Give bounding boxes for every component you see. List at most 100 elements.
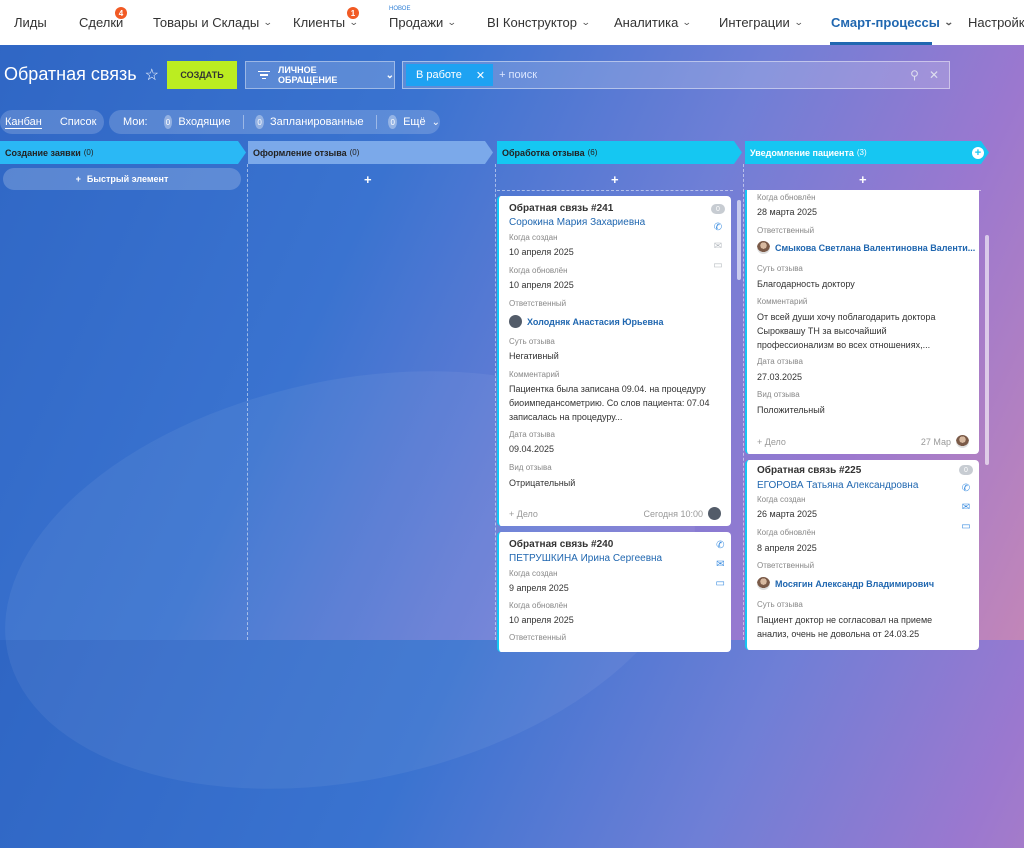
field-value: 8 апреля 2025 bbox=[757, 543, 817, 553]
card-actions: 0 ✆ ✉ ▭ bbox=[711, 204, 725, 271]
responsible-user[interactable]: Мосягин Александр Владимирович bbox=[757, 577, 934, 590]
stage-header-creation[interactable]: Создание заявки (0) bbox=[0, 141, 246, 164]
field-label: Ответственный bbox=[757, 561, 815, 570]
field-label: Комментарий bbox=[509, 370, 560, 379]
add-item-button[interactable]: + bbox=[859, 172, 867, 187]
responsible-user[interactable]: Холодняк Анастасия Юрьевна bbox=[509, 315, 663, 328]
field-label: Когда создан bbox=[509, 233, 558, 242]
stage-header-processing[interactable]: Обработка отзыва (6) bbox=[497, 141, 742, 164]
nav-item-clients[interactable]: Клиенты ⌄ 1 bbox=[293, 7, 359, 30]
field-value: 10 апреля 2025 bbox=[509, 615, 574, 625]
scrollbar[interactable] bbox=[737, 200, 741, 280]
search-icon[interactable]: ⚲ bbox=[910, 68, 919, 82]
card-client-link[interactable]: ПЕТРУШКИНА Ирина Сергеевна bbox=[509, 553, 662, 564]
close-icon[interactable]: ✕ bbox=[476, 69, 485, 82]
phone-icon[interactable]: ✆ bbox=[962, 483, 970, 494]
field-value: 27.03.2025 bbox=[757, 372, 803, 382]
field-value: 28 марта 2025 bbox=[757, 207, 818, 217]
deals-count-badge: 4 bbox=[115, 7, 127, 19]
kanban-card[interactable]: Обратная связь #225 ЕГОРОВА Татьяна Алек… bbox=[745, 460, 979, 650]
counter-more[interactable]: Ещё bbox=[403, 116, 426, 128]
quick-add-button[interactable]: + Быстрый элемент bbox=[3, 168, 241, 190]
nav-item-sales[interactable]: НОВОЕ Продажи ⌄ bbox=[389, 6, 457, 30]
nav-item-deals[interactable]: Сделки 4 bbox=[79, 7, 127, 30]
field-value: профессионализм во всех отношениях,... bbox=[757, 340, 931, 350]
email-icon[interactable]: ✉ bbox=[962, 502, 970, 513]
counters-label: Мои: bbox=[123, 116, 148, 128]
chat-icon[interactable]: ▭ bbox=[716, 578, 725, 589]
counters-bar: Мои: 0 Входящие 0 Запланированные 0 Ещё … bbox=[109, 110, 440, 134]
stage-header-drafting[interactable]: Оформление отзыва (0) bbox=[248, 141, 493, 164]
counter-incoming[interactable]: Входящие bbox=[178, 116, 230, 128]
counter-planned[interactable]: Запланированные bbox=[270, 116, 364, 128]
card-client-link[interactable]: Сорокина Мария Захариевна bbox=[509, 217, 645, 228]
card-title[interactable]: Обратная связь #241 bbox=[509, 203, 613, 214]
clear-icon[interactable]: ✕ bbox=[929, 68, 939, 82]
column-divider bbox=[497, 190, 733, 191]
field-value: биоимпедансометрию. Со слов пациента: 07… bbox=[509, 398, 710, 408]
kanban-card[interactable]: Обратная связь #240 ПЕТРУШКИНА Ирина Сер… bbox=[497, 532, 731, 652]
responsible-user[interactable]: Смыкова Светлана Валентиновна Валенти... bbox=[757, 241, 975, 254]
new-tag: НОВОЕ bbox=[389, 6, 411, 12]
field-value: Пациентка была записана 09.04. на процед… bbox=[509, 384, 706, 394]
kanban-card[interactable]: Когда обновлён 28 марта 2025 Ответственн… bbox=[745, 190, 979, 454]
field-value: Отрицательный bbox=[509, 478, 576, 488]
star-icon[interactable]: ☆ bbox=[145, 65, 159, 85]
nav-item-smart-processes[interactable]: Смарт-процессы ⌄ bbox=[831, 15, 954, 30]
chevron-down-icon: ⌄ bbox=[793, 17, 804, 27]
column-divider bbox=[495, 164, 496, 640]
nav-item-leads[interactable]: Лиды bbox=[14, 15, 47, 30]
view-kanban[interactable]: Канбан bbox=[5, 116, 42, 129]
chat-icon[interactable]: ▭ bbox=[961, 521, 970, 532]
field-label: Комментарий bbox=[757, 297, 808, 306]
nav-item-bi[interactable]: BI Конструктор ⌄ bbox=[487, 15, 591, 30]
nav-item-integrations[interactable]: Интеграции ⌄ bbox=[719, 15, 804, 30]
field-label: Суть отзыва bbox=[509, 337, 555, 346]
filter-icon bbox=[258, 70, 270, 80]
top-navigation: Лиды Сделки 4 Товары и Склады ⌄ Клиенты ⌄ 1 … bbox=[0, 0, 1024, 45]
add-activity-link[interactable]: + Дело bbox=[757, 437, 786, 447]
filter-chip[interactable]: В работе ✕ bbox=[406, 64, 494, 86]
field-value: записалась на процедуру... bbox=[509, 412, 623, 422]
view-list[interactable]: Список bbox=[60, 116, 97, 128]
card-time: 27 Мар bbox=[920, 436, 951, 447]
add-item-button[interactable]: + bbox=[611, 172, 619, 187]
field-value: От всей души хочу поблагодарить доктора bbox=[757, 312, 936, 322]
nav-item-analytics[interactable]: Аналитика ⌄ bbox=[614, 15, 692, 30]
card-actions: ✆ ✉ ▭ bbox=[716, 540, 725, 589]
field-label: Дата отзыва bbox=[509, 430, 555, 439]
phone-icon[interactable]: ✆ bbox=[716, 540, 724, 551]
chevron-down-icon: ⌄ bbox=[263, 17, 273, 27]
chevron-down-icon: ⌄ bbox=[385, 69, 394, 81]
create-button[interactable]: СОЗДАТЬ bbox=[167, 61, 237, 89]
field-label: Вид отзыва bbox=[757, 390, 800, 399]
avatar bbox=[757, 241, 770, 254]
add-activity-link[interactable]: + Дело bbox=[509, 509, 538, 519]
clients-count-badge: 1 bbox=[347, 7, 359, 19]
chevron-down-icon: ⌄ bbox=[431, 116, 440, 128]
nav-item-products[interactable]: Товары и Склады ⌄ bbox=[153, 15, 273, 30]
phone-icon[interactable]: ✆ bbox=[714, 222, 722, 233]
kanban-card[interactable]: Обратная связь #241 Сорокина Мария Захар… bbox=[497, 196, 731, 526]
email-icon[interactable]: ✉ bbox=[714, 241, 722, 252]
incoming-count: 0 bbox=[163, 115, 173, 129]
card-title[interactable]: Обратная связь #225 bbox=[757, 465, 861, 476]
field-value: 9 апреля 2025 bbox=[509, 583, 569, 593]
search-input[interactable] bbox=[499, 69, 911, 81]
add-stage-icon[interactable]: + bbox=[972, 147, 984, 159]
scrollbar[interactable] bbox=[985, 235, 989, 465]
filter-preset-button[interactable]: ЛИЧНОЕ ОБРАЩЕНИЕ ⌄ bbox=[245, 61, 395, 89]
nav-item-settings[interactable]: Настройки bbox=[968, 15, 1024, 30]
card-footer: + Дело 27 Мар bbox=[757, 435, 969, 448]
card-client-link[interactable]: ЕГОРОВА Татьяна Александровна bbox=[757, 480, 918, 491]
chevron-down-icon: ⌄ bbox=[580, 17, 591, 27]
field-label: Когда обновлён bbox=[509, 266, 568, 275]
chat-icon[interactable]: ▭ bbox=[713, 260, 722, 271]
card-title[interactable]: Обратная связь #240 bbox=[509, 539, 613, 550]
email-icon[interactable]: ✉ bbox=[716, 559, 724, 570]
column-divider bbox=[247, 164, 248, 640]
avatar bbox=[509, 315, 522, 328]
add-item-button[interactable]: + bbox=[364, 172, 372, 187]
search-bar[interactable]: В работе✕ ⚲ ✕ bbox=[402, 61, 950, 89]
stage-header-notification[interactable]: Уведомление пациента (3) bbox=[745, 141, 989, 164]
